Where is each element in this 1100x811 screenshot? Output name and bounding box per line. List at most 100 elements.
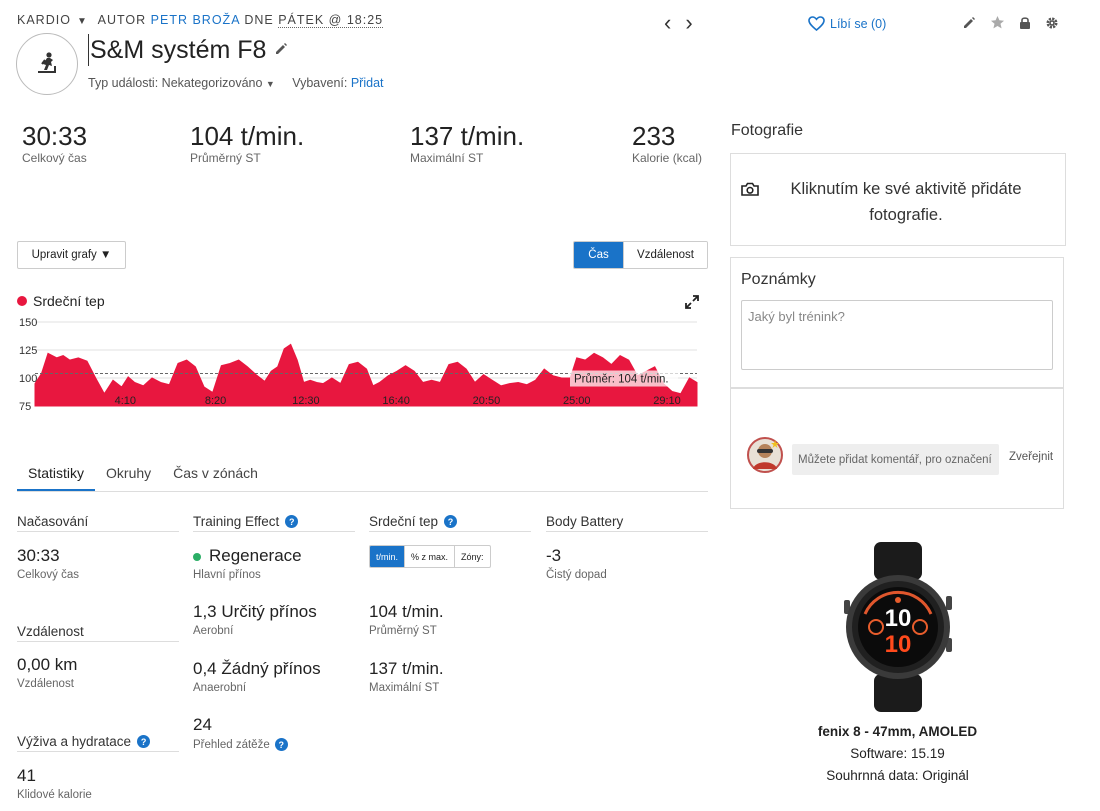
training-effect-primary: Regenerace Hlavní přínos	[193, 546, 302, 581]
event-type-label: Typ události:	[88, 76, 159, 90]
device-name: fenix 8 - 47mm, AMOLED	[817, 724, 978, 739]
edit-title-icon[interactable]	[274, 42, 288, 61]
body-battery-label: Čistý dopad	[546, 569, 607, 581]
user-avatar	[747, 437, 783, 478]
summary-value: 30:33	[22, 121, 88, 151]
training-load-label: Přehled zátěže	[193, 738, 270, 751]
previous-activity-icon[interactable]: ‹	[664, 12, 671, 34]
primary-benefit-label: Hlavní přínos	[193, 569, 261, 581]
star-icon[interactable]	[990, 15, 1005, 30]
training-load: 24 Přehled zátěže?	[193, 715, 288, 751]
photos-panel[interactable]: Kliknutím ke své aktivitě přidáte fotogr…	[730, 153, 1066, 246]
tab-statistics[interactable]: Statistiky	[17, 461, 96, 491]
event-type-dropdown-icon[interactable]: ▼	[266, 79, 275, 89]
stats-tabs: Statistiky Okruhy Čas v zónách	[17, 461, 708, 492]
tab-laps[interactable]: Okruhy	[95, 461, 162, 491]
primary-benefit-dot	[193, 552, 201, 561]
activity-navigation: ‹ ›	[664, 12, 693, 34]
add-equipment-link[interactable]: Přidat	[351, 76, 384, 90]
summary-max-hr: 137 t/min. Maximální ST	[410, 122, 524, 165]
unit-zones-button[interactable]: Zóny:	[454, 546, 490, 567]
like-button[interactable]: Líbí se (0)	[808, 16, 886, 31]
primary-benefit-value: Regenerace	[209, 546, 302, 565]
unit-percent-max-button[interactable]: % z max.	[404, 546, 454, 567]
timing-title: Načasování	[17, 514, 89, 529]
edit-icon[interactable]	[962, 16, 976, 30]
average-label: Průměr: 104 t/min.	[574, 374, 669, 386]
anaerobic-value: 0,4 Žádný přínos	[193, 659, 321, 678]
watch-face-minute: 10	[885, 631, 912, 658]
body-battery-block: -3 Čistý dopad	[546, 546, 607, 581]
anaerobic-label: Anaerobní	[193, 682, 247, 694]
add-photos-line1: Kliknutím ke své aktivitě přidáte	[790, 180, 1022, 198]
device-software: Software: 15.19	[850, 746, 945, 761]
summary-label: Kalorie (kcal)	[632, 151, 703, 165]
heart-rate-legend-label: Srdeční tep	[33, 293, 105, 309]
max-hr-label: Maximální ST	[369, 682, 440, 694]
help-icon[interactable]: ?	[444, 515, 458, 528]
y-tick-label: 75	[19, 401, 31, 412]
chart-legend: Srdeční tep	[17, 293, 105, 309]
chart-axis-toggle: Čas Vzdálenost	[573, 241, 708, 269]
tab-time-in-zones[interactable]: Čas v zónách	[162, 461, 269, 491]
gear-icon[interactable]	[1045, 16, 1059, 30]
watch-face-hour: 10	[885, 605, 912, 632]
x-tick-label: 29:10	[653, 395, 681, 407]
activity-meta: Typ události: Nekategorizováno ▼ Vybaven…	[88, 76, 384, 90]
summary-label: Maximální ST	[410, 151, 484, 165]
heart-rate-heading: Srdeční tep ?	[369, 514, 531, 532]
comment-input[interactable]: Můžete přidat komentář, pro označení	[792, 444, 999, 475]
timing-block: 30:33 Celkový čas	[17, 546, 79, 581]
author-prefix: AUTOR	[97, 13, 147, 27]
treadmill-runner-icon	[38, 52, 56, 73]
heart-rate-chart[interactable]: 150 125 100 75 Průměr: 104 t/min. 4:10 8:20 12:…	[17, 312, 707, 412]
edit-graphs-button[interactable]: Upravit grafy ▼	[17, 241, 126, 269]
help-icon[interactable]: ?	[274, 738, 288, 751]
help-icon[interactable]: ?	[137, 735, 151, 748]
avg-hr-label: Průměrný ST	[369, 625, 437, 637]
x-tick-label: 4:10	[115, 395, 136, 407]
help-icon[interactable]: ?	[285, 515, 299, 528]
y-tick-label: 100	[19, 373, 37, 385]
device-data-source: Souhrnná data: Originál	[826, 768, 969, 783]
category-dropdown-icon[interactable]: ▼	[77, 16, 88, 27]
summary-value: 104 t/min.	[190, 121, 305, 151]
x-tick-label: 25:00	[563, 395, 591, 407]
event-type-select[interactable]: Nekategorizováno	[162, 76, 263, 90]
aerobic-label: Aerobní	[193, 625, 234, 637]
unit-bpm-button[interactable]: t/min.	[370, 546, 405, 567]
axis-distance-button[interactable]: Vzdálenost	[623, 242, 707, 268]
equipment-label: Vybavení:	[292, 76, 348, 90]
activity-title[interactable]: S&M systém F8	[88, 34, 266, 66]
next-activity-icon[interactable]: ›	[685, 12, 692, 34]
distance-block: 0,00 km Vzdálenost	[17, 655, 77, 690]
notes-title: Poznámky	[741, 271, 816, 288]
y-tick-label: 125	[19, 345, 37, 357]
x-tick-label: 16:40	[382, 395, 410, 407]
timing-heading: Načasování	[17, 514, 179, 532]
heart-rate-legend-dot	[17, 296, 27, 306]
author-link[interactable]: PETR BROŽA	[151, 13, 240, 27]
x-tick-label: 8:20	[205, 395, 226, 407]
summary-total-time: 30:33 Celkový čas	[22, 122, 87, 165]
axis-time-button[interactable]: Čas	[574, 242, 623, 268]
body-battery-heading: Body Battery	[546, 514, 708, 532]
activity-breadcrumb: KARDIO ▼ AUTOR PETR BROŽA DNE PÁTEK @ 18:…	[17, 13, 384, 28]
publish-comment-button[interactable]: Zveřejnit	[1009, 451, 1053, 463]
nutrition-block: 41 Klidové kalorie	[17, 766, 92, 801]
notes-textarea[interactable]: Jaký byl trénink?	[741, 300, 1053, 370]
distance-label: Vzdálenost	[17, 678, 74, 690]
activity-category[interactable]: KARDIO	[17, 13, 71, 27]
heart-rate-title: Srdeční tep	[369, 514, 439, 529]
aerobic-value: 1,3 Určitý přínos	[193, 602, 317, 621]
summary-avg-hr: 104 t/min. Průměrný ST	[190, 122, 304, 165]
avg-hr-value: 104 t/min.	[369, 602, 444, 621]
lock-icon[interactable]	[1019, 16, 1031, 30]
like-count: Líbí se (0)	[830, 16, 887, 31]
training-effect-anaerobic: 0,4 Žádný přínos Anaerobní	[193, 659, 321, 694]
activity-datetime[interactable]: PÁTEK @ 18:25	[278, 13, 384, 28]
y-tick-label: 150	[19, 317, 37, 329]
summary-label: Celkový čas	[22, 151, 87, 165]
add-photos-prompt[interactable]: Kliknutím ke své aktivitě přidáte fotogr…	[771, 176, 1041, 228]
nutrition-heading: Výživa a hydratace ?	[17, 734, 179, 752]
